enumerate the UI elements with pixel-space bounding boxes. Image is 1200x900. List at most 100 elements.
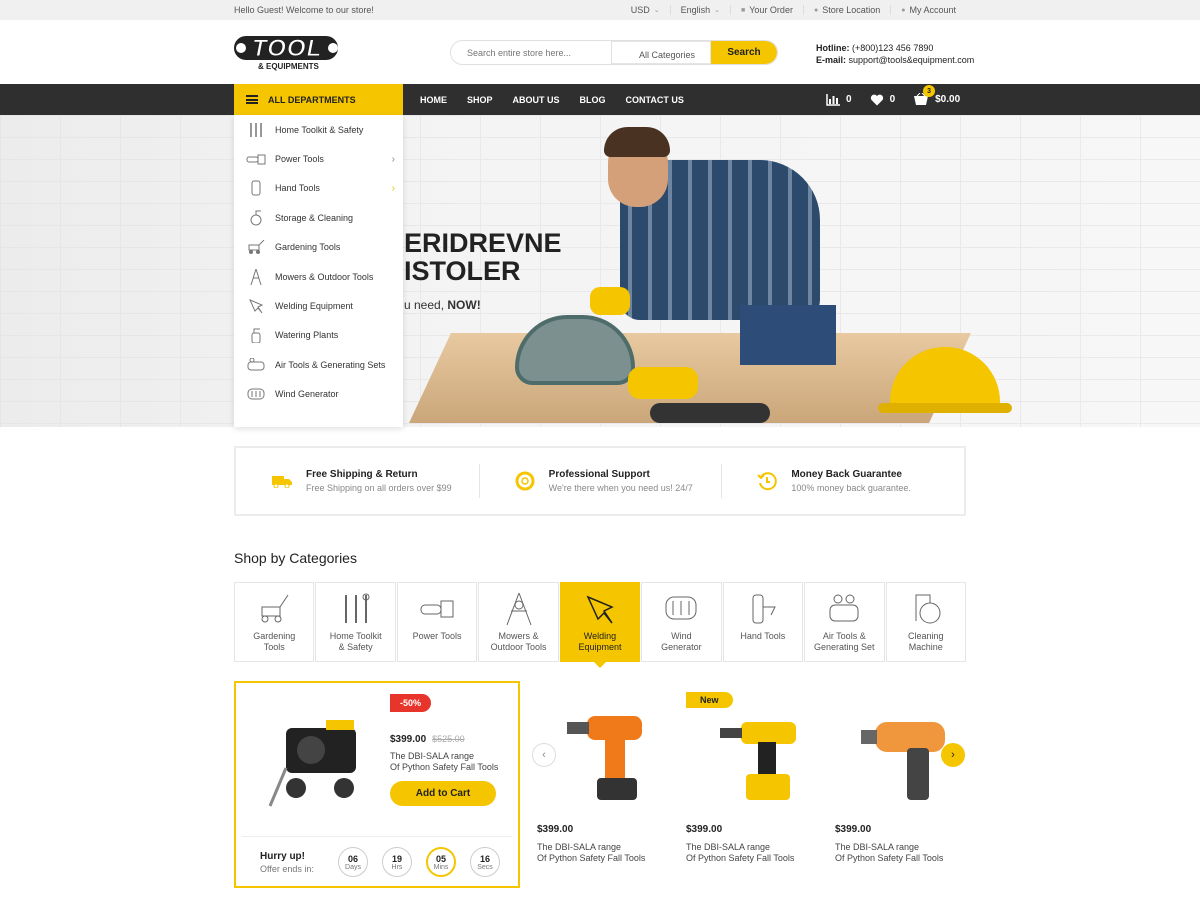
search-button[interactable]: Search bbox=[711, 41, 777, 64]
welcome-text: Hello Guest! Welcome to our store! bbox=[234, 5, 374, 15]
service-features: Free Shipping & Return Free Shipping on a… bbox=[234, 446, 966, 516]
product-price: $399.00 bbox=[686, 824, 723, 835]
impact-wrench-image bbox=[861, 722, 945, 800]
product-name[interactable]: The DBI-SALA range Of Python Safety Fall … bbox=[686, 842, 826, 864]
sidebar-item-air-tools[interactable]: Air Tools & Generating Sets bbox=[234, 350, 403, 379]
tools-icon bbox=[246, 122, 266, 138]
add-to-cart-button[interactable]: Add to Cart bbox=[390, 781, 496, 806]
user-icon: ● bbox=[901, 6, 906, 14]
logo-title: TOOL bbox=[251, 35, 323, 63]
sidebar-item-hand-tools[interactable]: Hand Tools › bbox=[234, 174, 403, 203]
all-departments-button[interactable]: ALL DEPARTMENTS bbox=[234, 84, 403, 115]
category-mowers-outdoor[interactable]: Mowers & Outdoor Tools bbox=[478, 582, 559, 662]
countdown-seconds: 16 Secs bbox=[470, 847, 500, 877]
product-name[interactable]: The DBI-SALA range Of Python Safety Fall … bbox=[537, 842, 677, 864]
deal-old-price: $525.00 bbox=[432, 734, 465, 744]
sidebar-item-welding[interactable]: Welding Equipment bbox=[234, 291, 403, 320]
new-badge: New bbox=[686, 692, 733, 708]
generator-icon bbox=[665, 596, 697, 620]
currency-select[interactable]: USD ⌄ bbox=[621, 5, 670, 15]
sidebar-item-watering-plants[interactable]: Watering Plants bbox=[234, 321, 403, 350]
countdown-hours: 19 Hrs bbox=[382, 847, 412, 877]
hero-banner[interactable]: ERIDREVNE ISTOLER u need, NOW! bbox=[0, 115, 1200, 427]
feature-professional-support: Professional Support We're there when you… bbox=[478, 448, 722, 514]
category-hand-tools[interactable]: Hand Tools bbox=[722, 582, 804, 662]
site-logo[interactable]: TOOL & EQUIPMENTS bbox=[234, 32, 344, 72]
sidebar-item-power-tools[interactable]: Power Tools › bbox=[234, 144, 403, 173]
category-cleaning-machine[interactable]: Cleaning Machine bbox=[885, 582, 966, 662]
cart-total: $0.00 bbox=[935, 94, 961, 105]
pressure-washer-image[interactable] bbox=[266, 708, 366, 808]
sidebar-item-home-toolkit[interactable]: Home Toolkit & Safety bbox=[234, 115, 403, 144]
sidebar-item-mowers-outdoor[interactable]: Mowers & Outdoor Tools bbox=[234, 262, 403, 291]
sidebar-item-gardening-tools[interactable]: Gardening Tools bbox=[234, 233, 403, 262]
chainsaw-icon bbox=[246, 151, 266, 167]
deal-card: -50% $399.00 $525.00 The DBI-SALA range Of… bbox=[234, 681, 520, 888]
truck-icon bbox=[272, 471, 292, 491]
location-pin-icon: ● bbox=[813, 6, 819, 14]
discount-badge: -50% bbox=[390, 694, 432, 712]
category-home-toolkit[interactable]: Home Toolkit & Safety bbox=[315, 582, 396, 662]
store-location-link[interactable]: ● Store Location bbox=[802, 5, 890, 15]
feature-free-shipping: Free Shipping & Return Free Shipping on a… bbox=[236, 448, 479, 514]
my-account-link[interactable]: ● My Account bbox=[890, 5, 966, 15]
sidebar-item-storage-cleaning[interactable]: Storage & Cleaning bbox=[234, 203, 403, 232]
nav-shop[interactable]: SHOP bbox=[467, 95, 493, 105]
category-gardening-tools[interactable]: Gardening Tools bbox=[234, 582, 315, 662]
chainsaw-icon bbox=[420, 600, 454, 618]
section-title: Shop by Categories bbox=[234, 550, 357, 566]
chevron-right-icon: › bbox=[391, 153, 395, 165]
product-price: $399.00 bbox=[537, 824, 574, 835]
logo-subtitle: & EQUIPMENTS bbox=[258, 62, 319, 71]
countdown-timer: Hurry up! Offer ends in: 06 Days 19 Hrs 05… bbox=[242, 836, 512, 880]
support-email[interactable]: support@tools&equipment.com bbox=[849, 55, 975, 65]
feature-money-back: Money Back Guarantee 100% money back guar… bbox=[721, 448, 964, 514]
top-bar: Hello Guest! Welcome to our store! USD ⌄ … bbox=[0, 0, 1200, 20]
vacuum-icon bbox=[246, 210, 266, 226]
bar-chart-icon bbox=[826, 93, 840, 106]
search-bar: All Categories⌄ Search bbox=[450, 40, 778, 65]
wishlist-button[interactable]: 0 bbox=[870, 94, 895, 106]
nav-about-us[interactable]: ABOUT US bbox=[513, 95, 560, 105]
carousel-next-button[interactable]: › bbox=[941, 743, 965, 767]
hand-tool-icon bbox=[246, 180, 266, 196]
category-power-tools[interactable]: Power Tools bbox=[396, 582, 478, 662]
category-welding-equipment[interactable]: Welding Equipment bbox=[559, 582, 641, 668]
tools-icon bbox=[344, 593, 370, 623]
lawnmower-icon bbox=[246, 239, 266, 255]
product-card[interactable]: $399.00 The DBI-SALA range Of Python Safe… bbox=[835, 690, 975, 863]
sidebar-item-wind-generator[interactable]: Wind Generator bbox=[234, 380, 403, 409]
compressor-icon bbox=[829, 594, 859, 622]
product-card[interactable]: New $399.00 The DBI-SALA range Of Python … bbox=[686, 690, 826, 863]
generator-icon bbox=[246, 386, 266, 402]
chevron-right-icon: › bbox=[951, 749, 955, 761]
countdown-days: 06 Days bbox=[338, 847, 368, 877]
nav-blog[interactable]: BLOG bbox=[580, 95, 606, 105]
product-card[interactable]: $399.00 The DBI-SALA range Of Python Safe… bbox=[537, 690, 677, 863]
category-wind-generator[interactable]: Wind Generator bbox=[641, 582, 722, 662]
countdown-minutes: 05 Mins bbox=[426, 847, 456, 877]
main-nav: ALL DEPARTMENTS HOME SHOP ABOUT US BLOG … bbox=[0, 84, 1200, 115]
your-order-link[interactable]: ■ Your Order bbox=[730, 5, 803, 15]
cart-button[interactable]: 3 $0.00 bbox=[913, 85, 961, 106]
compare-button[interactable]: 0 bbox=[826, 93, 852, 106]
vacuum-icon bbox=[915, 594, 941, 624]
spray-icon bbox=[246, 327, 266, 344]
departments-menu: Home Toolkit & Safety Power Tools › Hand … bbox=[234, 115, 403, 427]
mower-icon bbox=[246, 268, 266, 285]
language-select[interactable]: English ⌄ bbox=[669, 5, 730, 15]
nav-home[interactable]: HOME bbox=[420, 95, 447, 105]
deal-price: $399.00 bbox=[390, 734, 427, 745]
category-air-tools[interactable]: Air Tools & Generating Set bbox=[804, 582, 885, 662]
welding-icon bbox=[246, 298, 266, 314]
search-input[interactable] bbox=[451, 41, 611, 64]
product-name[interactable]: The DBI-SALA range Of Python Safety Fall … bbox=[835, 842, 975, 864]
deal-product-name[interactable]: The DBI-SALA range Of Python Safety Fall … bbox=[390, 751, 498, 773]
chevron-down-icon: ⌄ bbox=[714, 7, 721, 14]
mower-icon bbox=[506, 592, 531, 626]
lawnmower-icon bbox=[261, 594, 289, 623]
category-select[interactable]: All Categories⌄ bbox=[611, 41, 711, 64]
category-list: Gardening Tools Home Toolkit & Safety Powe… bbox=[234, 582, 966, 668]
nav-contact-us[interactable]: CONTACT US bbox=[626, 95, 684, 105]
hero-heading: ERIDREVNE ISTOLER u need, NOW! bbox=[404, 228, 562, 312]
